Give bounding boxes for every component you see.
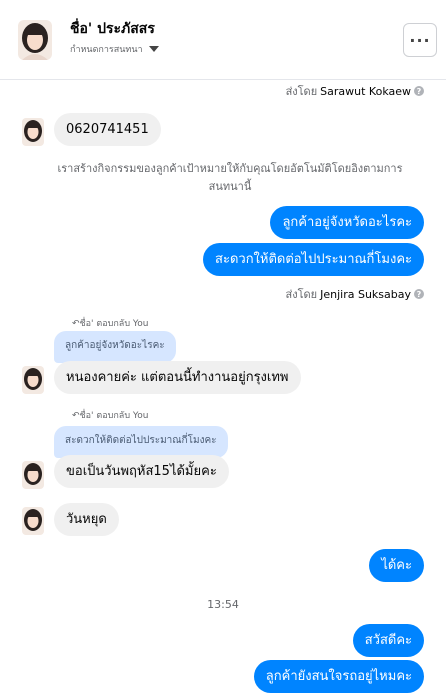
avatar bbox=[22, 461, 44, 489]
contact-name[interactable]: ชื่อ' ประภัสสร bbox=[70, 18, 155, 40]
caret-down-icon bbox=[148, 46, 159, 52]
incoming-message[interactable]: วันหยุด bbox=[54, 503, 119, 536]
timestamp: 13:54 bbox=[207, 598, 239, 611]
schedule-label: กำหนดการสนทนา bbox=[70, 45, 143, 55]
avatar bbox=[22, 366, 44, 394]
quoted-message[interactable]: สะดวกให้ติดต่อไปประมาณกี่โมงคะ bbox=[54, 426, 228, 458]
conversation-schedule-dropdown[interactable]: กำหนดการสนทนา bbox=[70, 42, 159, 56]
outgoing-message[interactable]: ลูกค้ายังสนใจรถอยู่ไหมคะ bbox=[253, 660, 424, 693]
outgoing-message[interactable]: สวัสดีคะ bbox=[352, 624, 424, 657]
info-icon[interactable]: ? bbox=[414, 86, 424, 96]
contact-avatar[interactable] bbox=[18, 20, 52, 60]
sent-by-label: ส่งโดย Jenjira Suksabay ? bbox=[286, 285, 424, 303]
incoming-message[interactable]: ขอเป็นวันพฤหัส15ได้มั้ยคะ bbox=[54, 455, 229, 488]
chat-header: ชื่อ' ประภัสสร กำหนดการสนทนา ··· bbox=[0, 0, 446, 80]
incoming-message[interactable]: 0620741451 bbox=[54, 113, 161, 146]
reply-arrow-icon: ↶ bbox=[72, 319, 80, 329]
ellipsis-icon: ··· bbox=[409, 30, 431, 50]
reply-label: ↶ชื่อ' ตอบกลับ You bbox=[72, 411, 149, 421]
system-note: เราสร้างกิจกรรมของลูกค้าเป้าหมายให้กับคุ… bbox=[57, 162, 403, 193]
reply-arrow-icon: ↶ bbox=[72, 411, 80, 421]
sender-name: Sarawut Kokaew bbox=[320, 84, 411, 98]
outgoing-message[interactable]: ลูกค้าอยู่จังหวัดอะไรคะ bbox=[270, 206, 424, 239]
sent-by-label: ส่งโดย Sarawut Kokaew ? bbox=[286, 82, 424, 100]
reply-label: ↶ชื่อ' ตอบกลับ You bbox=[72, 319, 149, 329]
info-icon[interactable]: ? bbox=[414, 289, 424, 299]
avatar bbox=[22, 507, 44, 535]
avatar bbox=[22, 118, 44, 146]
quoted-message[interactable]: ลูกค้าอยู่จังหวัดอะไรคะ bbox=[54, 331, 176, 363]
sender-name: Jenjira Suksabay bbox=[320, 287, 411, 301]
outgoing-message[interactable]: สะดวกให้ติดต่อไปประมาณกี่โมงคะ bbox=[203, 243, 424, 276]
more-options-button[interactable]: ··· bbox=[403, 23, 437, 57]
incoming-message[interactable]: หนองคายค่ะ แต่ตอนนี้ทำงานอยู่กรุงเทพ bbox=[54, 361, 301, 394]
outgoing-message[interactable]: ได้คะ bbox=[369, 549, 424, 582]
